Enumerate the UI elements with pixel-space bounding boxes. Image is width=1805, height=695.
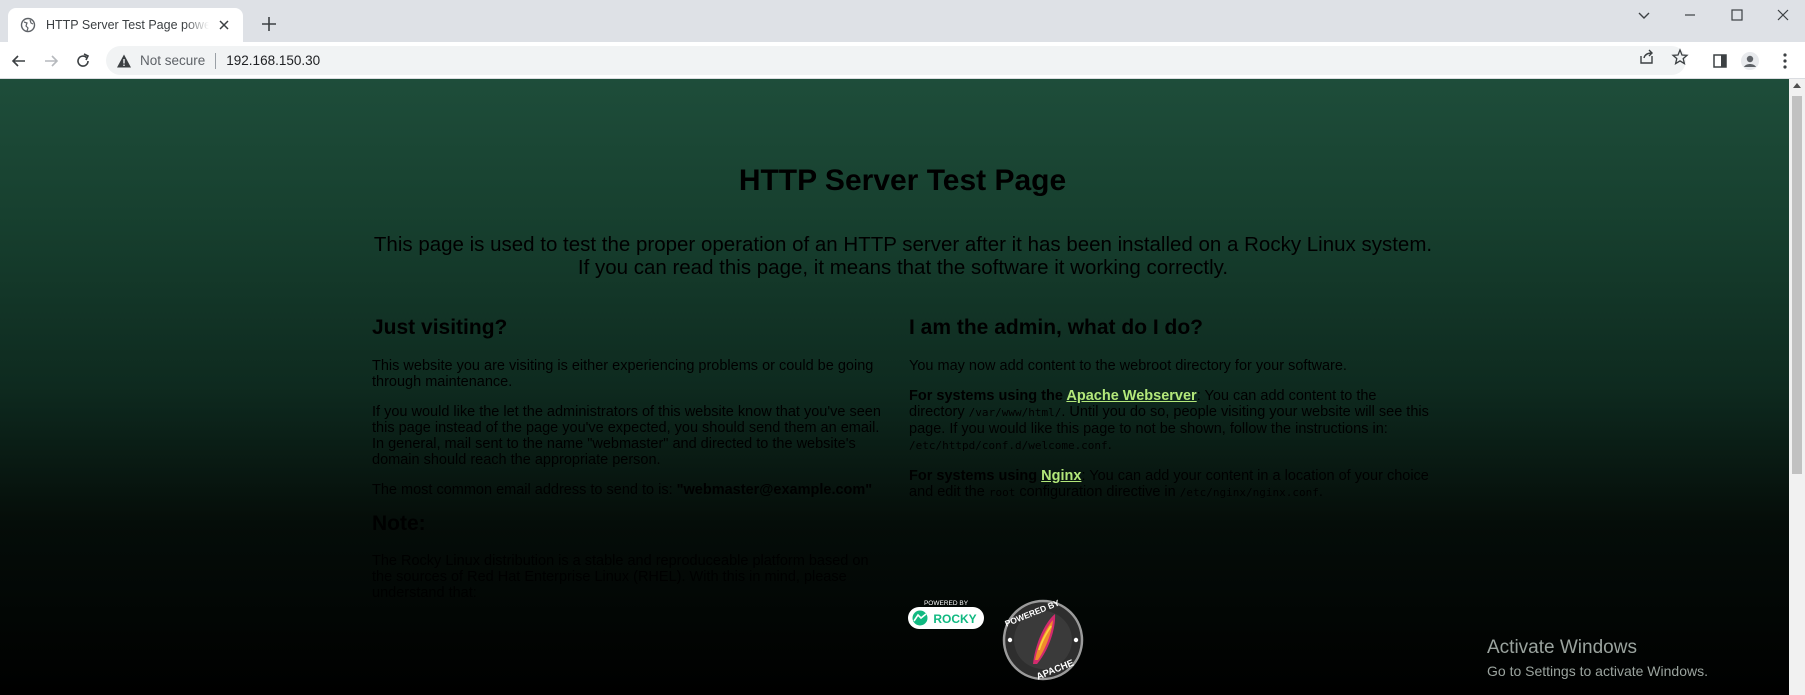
admin-column: I am the admin, what do I do? You may no… xyxy=(909,316,1429,515)
rocky-logo[interactable]: POWERED BY ROCKY xyxy=(908,600,984,629)
close-tab-icon[interactable] xyxy=(215,16,233,34)
svg-text:POWERED BY: POWERED BY xyxy=(924,600,969,607)
tab-strip: HTTP Server Test Page powered by Rocky L… xyxy=(0,0,1805,42)
code-root: root xyxy=(988,486,1016,499)
visitor-paragraph-1: This website you are visiting is either … xyxy=(372,358,874,390)
address-divider xyxy=(215,52,217,69)
back-arrow-icon[interactable] xyxy=(8,50,30,72)
powered-by-logos: POWERED BY ROCKY POWERED BY APACHE xyxy=(908,598,1084,683)
activate-windows-watermark: Activate Windows Go to Settings to activ… xyxy=(1487,637,1708,679)
nginx-paragraph: For systems using Nginx: You can add you… xyxy=(909,468,1429,500)
intro-text: This page is used to test the proper ope… xyxy=(373,233,1433,279)
close-window-icon[interactable] xyxy=(1760,0,1805,30)
url-text[interactable]: 192.168.150.30 xyxy=(226,53,320,68)
svg-text:ROCKY: ROCKY xyxy=(933,612,976,626)
more-menu-icon[interactable] xyxy=(1775,51,1795,71)
email-paragraph: The most common email address to send to… xyxy=(372,482,873,498)
new-tab-icon[interactable] xyxy=(259,14,279,34)
admin-paragraph-1: You may now add content to the webroot d… xyxy=(909,358,1347,374)
apache-webserver-link[interactable]: Apache Webserver xyxy=(1066,388,1196,404)
scroll-up-arrow-icon[interactable] xyxy=(1793,83,1801,88)
scrollbar-thumb[interactable] xyxy=(1792,96,1802,474)
minimize-icon[interactable] xyxy=(1667,0,1713,30)
browser-toolbar: Not secure 192.168.150.30 xyxy=(0,42,1805,79)
tab-title: HTTP Server Test Page powered by Rocky L… xyxy=(46,18,209,32)
tab-search-chevron-icon[interactable] xyxy=(1621,0,1667,30)
browser-tab[interactable]: HTTP Server Test Page powered by Rocky L… xyxy=(8,8,243,42)
page-scrollbar[interactable] xyxy=(1789,79,1805,695)
note-heading: Note: xyxy=(372,512,426,535)
code-var-www-html: /var/www/html/ xyxy=(968,406,1062,419)
code-nginx-conf: /etc/nginx/nginx.conf xyxy=(1179,486,1319,499)
share-icon[interactable] xyxy=(1638,48,1656,66)
webmaster-email: "webmaster@example.com" xyxy=(676,482,873,498)
maximize-icon[interactable] xyxy=(1714,0,1760,30)
visitor-paragraph-2: If you would like the let the administra… xyxy=(372,404,881,468)
security-label[interactable]: Not secure xyxy=(140,53,205,68)
warning-icon[interactable] xyxy=(116,53,132,69)
side-panel-icon[interactable] xyxy=(1710,51,1730,71)
code-welcome-conf: /etc/httpd/conf.d/welcome.conf xyxy=(909,439,1108,452)
visitor-column: Just visiting? This website you are visi… xyxy=(372,316,892,615)
note-paragraph: The Rocky Linux distribution is a stable… xyxy=(372,553,869,601)
forward-arrow-icon[interactable] xyxy=(40,50,62,72)
reload-icon[interactable] xyxy=(72,50,94,72)
admin-heading: I am the admin, what do I do? xyxy=(909,316,1204,339)
apache-logo[interactable]: POWERED BY APACHE xyxy=(1002,598,1084,683)
page-title: HTTP Server Test Page xyxy=(738,164,1067,197)
nginx-link[interactable]: Nginx xyxy=(1041,468,1081,484)
address-bar[interactable]: Not secure 192.168.150.30 xyxy=(106,46,1686,75)
globe-icon xyxy=(20,17,36,33)
bookmark-star-icon[interactable] xyxy=(1671,48,1689,66)
profile-avatar-icon[interactable] xyxy=(1740,51,1760,71)
visitor-heading: Just visiting? xyxy=(372,316,508,339)
apache-paragraph: For systems using the Apache Webserver: … xyxy=(909,388,1429,453)
